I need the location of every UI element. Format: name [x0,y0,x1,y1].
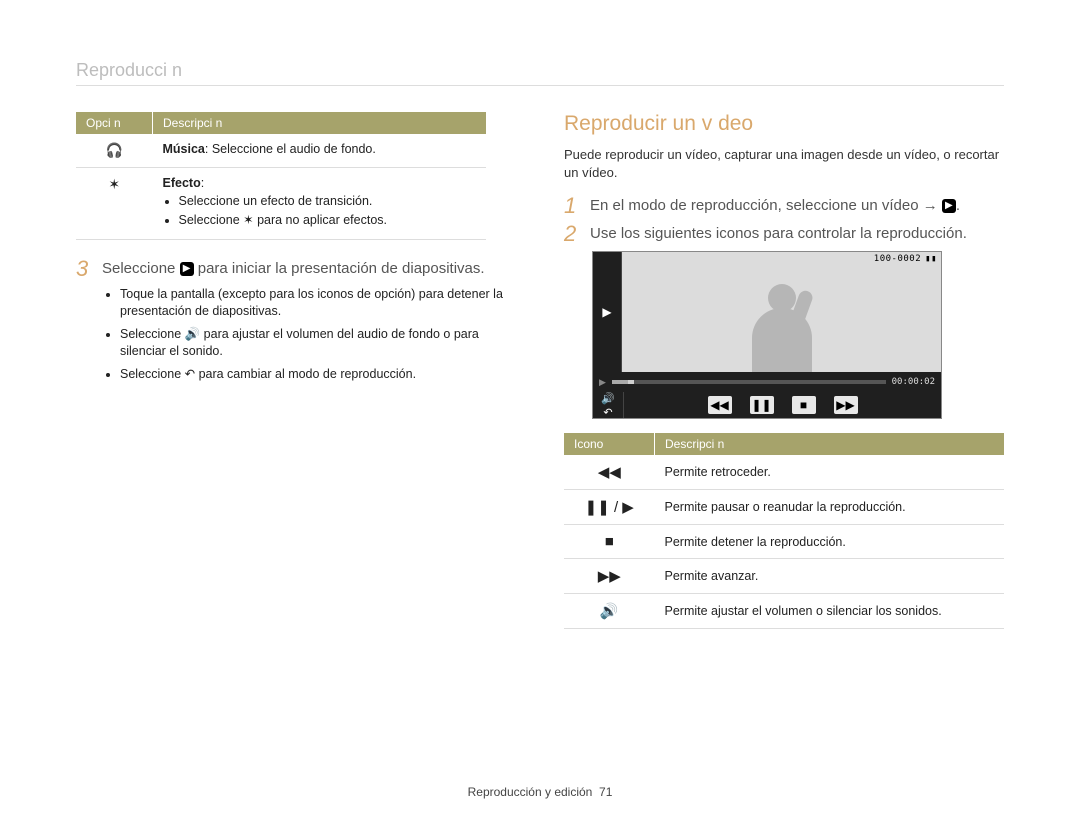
options-row-desc: Efecto: Seleccione un efecto de transici… [153,168,487,240]
option-bullet: Seleccione ✶ para no aplicar efectos. [179,212,477,227]
video-content-silhouette [722,262,842,372]
options-table: Opci n Descripci n 🎧 Música: Seleccione … [76,112,486,240]
forward-icon: ▶▶ [564,559,655,594]
back-icon[interactable]: ↶ [603,406,612,419]
step-number: 2 [564,223,580,245]
option-label: Efecto [163,176,201,190]
page-footer: Reproducción y edición 71 [0,785,1080,799]
option-bullet: Seleccione un efecto de transición. [179,194,477,208]
step-number: 1 [564,195,580,217]
icon-table-header-descripcion: Descripci n [655,433,1005,455]
step-3-sublist: Toque la pantalla (excepto para los icon… [104,286,516,382]
icon-desc: Permite detener la reproducción. [655,525,1005,559]
player-play-mode-icon[interactable]: ▶ [593,252,622,372]
player-file-code: 100-0002 [874,254,921,264]
icon-desc: Permite retroceder. [655,455,1005,490]
substep-bullet: Seleccione ↶ para cambiar al modo de rep… [120,366,516,383]
forward-button[interactable]: ▶▶ [834,396,858,414]
page-title: Reproducci n [76,60,1004,81]
pause-button[interactable]: ❚❚ [750,396,774,414]
section-title: Reproducir un v deo [564,112,1004,136]
player-bottom-row: 🔊 ↶ ◀◀ ❚❚ ■ ▶▶ [593,392,941,418]
option-text: : Seleccione el audio de fondo. [205,142,376,156]
step-text-after: para iniciar la presentación de diaposit… [194,260,485,277]
player-progress-row: ▶ 00:00:02 [593,372,941,392]
volume-icon[interactable]: 🔊 [601,392,615,405]
substep-bullet: Toque la pantalla (excepto para los icon… [120,286,516,320]
table-row: 🔊 Permite ajustar el volumen o silenciar… [564,594,1004,629]
player-controls: ◀◀ ❚❚ ■ ▶▶ [624,396,941,414]
option-label: Música [163,142,205,156]
icon-desc: Permite avanzar. [655,559,1005,594]
right-column: Reproducir un v deo Puede reproducir un … [564,112,1004,629]
table-row: 🎧 Música: Seleccione el audio de fondo. [76,134,486,168]
stop-icon: ■ [564,525,655,559]
icon-desc: Permite ajustar el volumen o silenciar l… [655,594,1005,629]
step-text: En el modo de reproducción, seleccione u… [590,195,960,217]
step-3-block: 3 Seleccione ▶ para iniciar la presentac… [76,258,516,280]
headphones-off-icon: 🎧 [76,134,153,168]
player-stage[interactable]: 100-0002 ▮▮ [622,252,941,372]
icon-description-table: Icono Descripci n ◀◀ Permite retroceder.… [564,433,1004,629]
table-row: ▶▶ Permite avanzar. [564,559,1004,594]
player-meta: 100-0002 ▮▮ [874,254,937,264]
stop-button[interactable]: ■ [792,396,816,414]
step-text: Use los siguientes iconos para controlar… [590,223,967,245]
pause-play-icon: ❚❚ / ▶ [564,490,655,525]
icon-table-header-icono: Icono [564,433,655,455]
player-progress-bar[interactable] [612,380,886,384]
section-intro: Puede reproducir un vídeo, capturar una … [564,146,1004,181]
divider-top [76,85,1004,86]
rewind-icon: ◀◀ [564,455,655,490]
step-1-block: 1 En el modo de reproducción, seleccione… [564,195,1004,217]
step-text: Seleccione ▶ para iniciar la presentació… [102,258,485,280]
video-player: ▶ 100-0002 ▮▮ ▶ [592,251,942,419]
table-row: ❚❚ / ▶ Permite pausar o reanudar la repr… [564,490,1004,525]
step-text-before: En el modo de reproducción, seleccione u… [590,197,942,214]
play-video-icon: ▶ [942,199,956,213]
player-top-row: ▶ 100-0002 ▮▮ [593,252,941,372]
effect-off-icon: ✶ [76,168,153,240]
table-row: ◀◀ Permite retroceder. [564,455,1004,490]
table-row: ■ Permite detener la reproducción. [564,525,1004,559]
table-row: ✶ Efecto: Seleccione un efecto de transi… [76,168,486,240]
rewind-button[interactable]: ◀◀ [708,396,732,414]
options-table-header-descripcion: Descripci n [153,112,487,134]
icon-desc: Permite pausar o reanudar la reproducció… [655,490,1005,525]
footer-page-number: 71 [599,785,612,799]
battery-icon: ▮▮ [925,254,937,264]
step-text-before: Seleccione [102,260,180,277]
step-2-block: 2 Use los siguientes iconos para control… [564,223,1004,245]
play-circle-icon: ▶ [180,262,194,276]
footer-section: Reproducción y edición [468,785,593,799]
step-text-after: . [956,197,960,214]
player-progress-start-icon: ▶ [593,377,612,388]
step-number: 3 [76,258,92,280]
volume-icon: 🔊 [564,594,655,629]
left-column: Opci n Descripci n 🎧 Música: Seleccione … [76,112,516,629]
player-time: 00:00:02 [886,377,941,387]
two-column-layout: Opci n Descripci n 🎧 Música: Seleccione … [76,112,1004,629]
substep-bullet: Seleccione 🔊 para ajustar el volumen del… [120,326,516,360]
options-table-header-opcion: Opci n [76,112,153,134]
options-row-desc: Música: Seleccione el audio de fondo. [153,134,487,168]
player-side-buttons: 🔊 ↶ [593,392,624,418]
